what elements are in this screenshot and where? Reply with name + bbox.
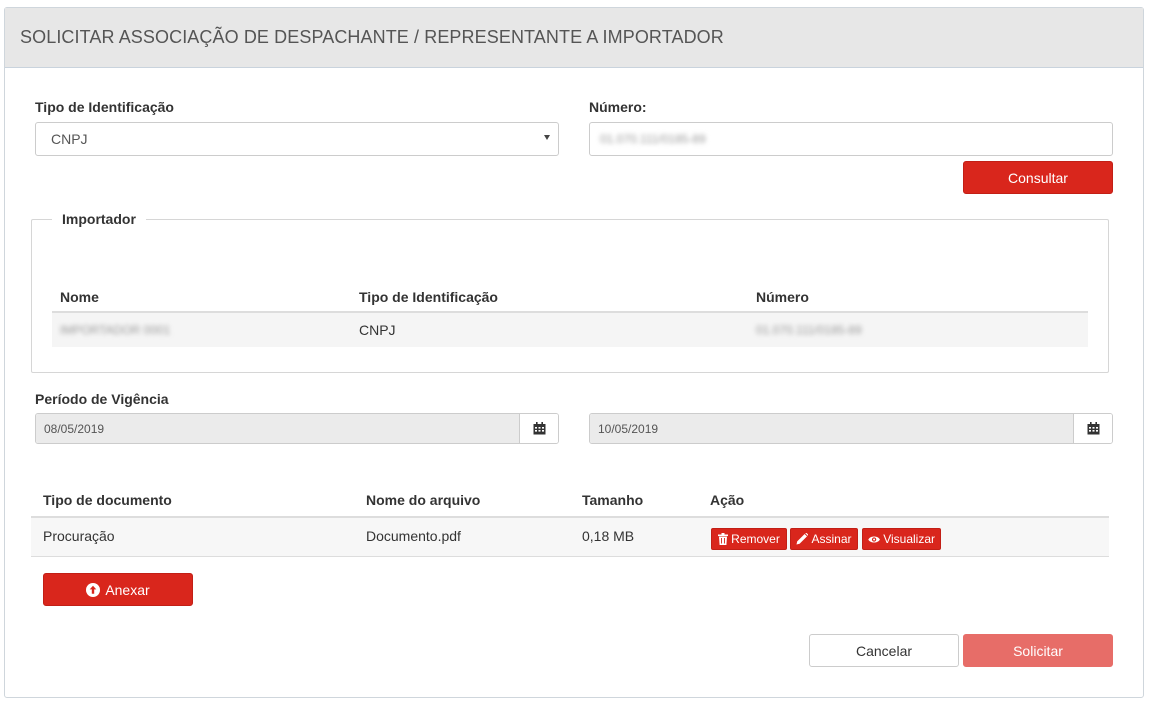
solicitar-button[interactable]: Solicitar bbox=[963, 634, 1113, 667]
end-date-input[interactable]: 10/05/2019 bbox=[590, 414, 1073, 443]
remover-button[interactable]: Remover bbox=[711, 528, 787, 550]
caret-down-icon bbox=[544, 135, 550, 140]
start-date-picker: 08/05/2019 bbox=[35, 413, 559, 444]
end-calendar-button[interactable] bbox=[1073, 414, 1112, 443]
eye-icon bbox=[868, 535, 880, 543]
importador-fieldset: Importador Nome Tipo de Identificação Nú… bbox=[31, 211, 1109, 373]
assinar-button[interactable]: Assinar bbox=[790, 528, 858, 550]
tipo-identificacao-label: Tipo de Identificação bbox=[35, 99, 174, 115]
panel-header: SOLICITAR ASSOCIAÇÃO DE DESPACHANTE / RE… bbox=[5, 8, 1143, 68]
tipo-identificacao-select[interactable]: CNPJ bbox=[35, 122, 559, 156]
col-tipo-identificacao: Tipo de Identificação bbox=[359, 289, 498, 305]
visualizar-label: Visualizar bbox=[883, 532, 935, 546]
importador-tipo: CNPJ bbox=[359, 322, 396, 338]
visualizar-button[interactable]: Visualizar bbox=[862, 528, 941, 550]
trash-icon bbox=[718, 533, 729, 545]
documents-table-header: Tipo de documento Nome do arquivo Tamanh… bbox=[31, 484, 1109, 518]
remover-label: Remover bbox=[731, 532, 780, 546]
importador-legend: Importador bbox=[62, 211, 136, 227]
importador-table: Nome Tipo de Identificação Número IMPORT… bbox=[52, 283, 1088, 347]
table-row: Procuração Documento.pdf 0,18 MB Remover… bbox=[31, 518, 1109, 557]
end-date-picker: 10/05/2019 bbox=[589, 413, 1113, 444]
calendar-icon bbox=[533, 422, 545, 435]
col-tipo-documento: Tipo de documento bbox=[43, 492, 172, 508]
cancelar-button[interactable]: Cancelar bbox=[809, 634, 959, 667]
anexar-label: Anexar bbox=[105, 581, 150, 598]
start-date-input[interactable]: 08/05/2019 bbox=[36, 414, 519, 443]
documents-table: Tipo de documento Nome do arquivo Tamanh… bbox=[31, 484, 1109, 557]
doc-tamanho: 0,18 MB bbox=[582, 528, 635, 544]
table-row: IMPORTADOR 0001 CNPJ 01.070.111/0185-89 bbox=[52, 313, 1088, 347]
col-acao: Ação bbox=[710, 492, 745, 508]
tipo-identificacao-value: CNPJ bbox=[51, 131, 88, 147]
numero-label: Número: bbox=[589, 99, 647, 115]
doc-tipo: Procuração bbox=[43, 528, 115, 544]
page-title: SOLICITAR ASSOCIAÇÃO DE DESPACHANTE / RE… bbox=[20, 27, 724, 47]
doc-arquivo: Documento.pdf bbox=[366, 528, 461, 544]
periodo-vigencia-label: Período de Vigência bbox=[35, 391, 169, 407]
upload-circle-icon bbox=[86, 582, 101, 597]
numero-value: 01.070.111/0185-89 bbox=[600, 132, 706, 146]
consultar-button[interactable]: Consultar bbox=[963, 161, 1113, 194]
importador-numero: 01.070.111/0185-89 bbox=[756, 323, 862, 337]
start-calendar-button[interactable] bbox=[519, 414, 558, 443]
assinar-label: Assinar bbox=[811, 532, 852, 546]
col-nome-arquivo: Nome do arquivo bbox=[366, 492, 481, 508]
importador-table-header: Nome Tipo de Identificação Número bbox=[52, 283, 1088, 313]
col-nome: Nome bbox=[60, 289, 99, 305]
col-numero: Número bbox=[756, 289, 809, 305]
numero-input[interactable]: 01.070.111/0185-89 bbox=[589, 122, 1113, 156]
importador-nome: IMPORTADOR 0001 bbox=[60, 323, 171, 337]
calendar-icon bbox=[1087, 422, 1099, 435]
anexar-button[interactable]: Anexar bbox=[43, 573, 193, 606]
pencil-icon bbox=[796, 533, 809, 545]
col-tamanho: Tamanho bbox=[582, 492, 644, 508]
